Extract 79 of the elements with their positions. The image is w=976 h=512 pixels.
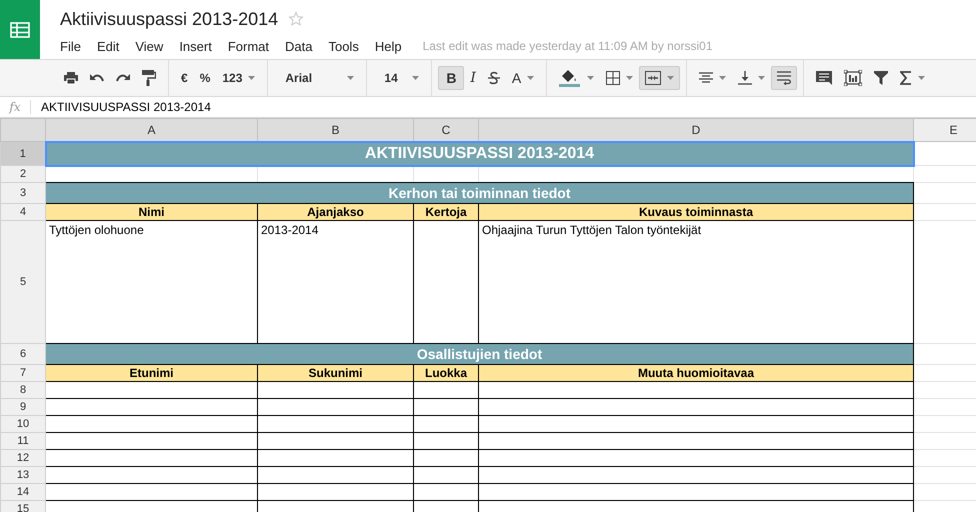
undo-icon (90, 73, 104, 83)
text-wrap-button[interactable] (771, 66, 798, 90)
align-bottom-icon (738, 71, 752, 85)
row-header[interactable]: 7 (0, 364, 46, 382)
caret-icon[interactable] (347, 76, 354, 80)
text-color-button[interactable]: A (506, 66, 540, 90)
caret-icon[interactable] (412, 76, 420, 80)
column-header[interactable]: E (914, 118, 976, 142)
strikethrough-icon (488, 71, 500, 85)
column-label: Luokka (414, 364, 478, 382)
menu-item[interactable]: Tools (328, 38, 359, 54)
column-header[interactable]: A (46, 118, 258, 142)
row-header[interactable]: 14 (0, 484, 46, 500)
menu-item[interactable]: Help (374, 38, 402, 54)
format-button[interactable]: 123 (216, 66, 262, 90)
caret-icon[interactable] (248, 76, 256, 80)
row-header[interactable]: 13 (0, 466, 46, 484)
sheets-logo-icon[interactable] (0, 0, 40, 59)
column-label: Kuvaus toiminnasta (478, 204, 914, 220)
sheet-title: AKTIIVISUUSPASSI 2013-2014 (46, 142, 914, 166)
column-header[interactable]: D (478, 118, 914, 142)
paint-roller-icon (142, 70, 156, 86)
column-label: Nimi (46, 204, 258, 220)
chart-icon (844, 70, 862, 86)
formula-input[interactable]: AKTIIVISUUSPASSI 2013-2014 (41, 100, 211, 114)
caret-icon[interactable] (758, 76, 766, 80)
font-dropdown[interactable]: Arial (274, 66, 360, 90)
filter-icon (874, 71, 888, 85)
comment-icon (816, 71, 832, 85)
redo-icon (116, 73, 130, 83)
caret-icon[interactable] (719, 76, 726, 80)
column-label: Etunimi (46, 364, 258, 382)
caret-icon[interactable] (626, 76, 634, 80)
print-icon (64, 72, 78, 84)
caret-icon[interactable] (587, 76, 594, 80)
row-header[interactable]: 12 (0, 450, 46, 466)
italic-button[interactable]: I (464, 66, 482, 90)
bold-button[interactable]: B (438, 66, 464, 90)
sigma-icon (900, 71, 912, 85)
row-header[interactable]: 1 (0, 142, 46, 166)
column-label: Kertoja (414, 204, 478, 220)
paint-bucket-icon (559, 69, 582, 87)
star-icon[interactable] (288, 11, 304, 27)
caret-icon[interactable] (918, 76, 926, 80)
menu-item[interactable]: View (135, 38, 164, 54)
row-header[interactable]: 4 (0, 204, 46, 220)
row-header[interactable]: 8 (0, 382, 46, 398)
menu-item[interactable]: File (60, 38, 81, 54)
menu-item[interactable]: Edit (96, 38, 120, 54)
column-header[interactable]: B (258, 118, 414, 142)
section-heading: Kerhon tai toiminnan tiedot (46, 182, 914, 204)
text-wrap-icon (777, 71, 792, 85)
menu-item[interactable]: Format (228, 38, 269, 54)
row-header[interactable]: 11 (0, 432, 46, 450)
menu-item[interactable]: Data (285, 38, 312, 54)
column-label: Muuta huomioitavaa (478, 364, 914, 382)
column-header[interactable]: C (414, 118, 478, 142)
borders-icon (606, 71, 620, 85)
format-button[interactable]: € (175, 66, 194, 90)
column-label: Ajanjakso (258, 204, 414, 220)
caret-icon[interactable] (527, 76, 534, 80)
merge-cells-icon (645, 71, 662, 85)
column-label: Sukunimi (258, 364, 414, 382)
row-header[interactable]: 9 (0, 398, 46, 416)
merge-cells-button[interactable] (639, 66, 680, 90)
formula-label: fx (0, 100, 31, 114)
section-heading: Osallistujien tiedot (46, 344, 914, 364)
row-header[interactable]: 2 (0, 166, 46, 182)
row-header[interactable]: 6 (0, 344, 46, 364)
caret-icon[interactable] (667, 76, 674, 80)
row-header[interactable]: 5 (0, 220, 46, 344)
document-title[interactable]: Aktiivisuuspassi 2013-2014 (60, 8, 278, 30)
align-center-icon (699, 72, 714, 84)
font-size-dropdown[interactable]: 14 (373, 66, 426, 90)
format-button[interactable]: % (194, 66, 216, 90)
row-header[interactable]: 3 (0, 182, 46, 204)
row-header[interactable]: 15 (0, 500, 46, 512)
row-header[interactable]: 10 (0, 416, 46, 432)
menu-item[interactable]: Insert (179, 38, 212, 54)
